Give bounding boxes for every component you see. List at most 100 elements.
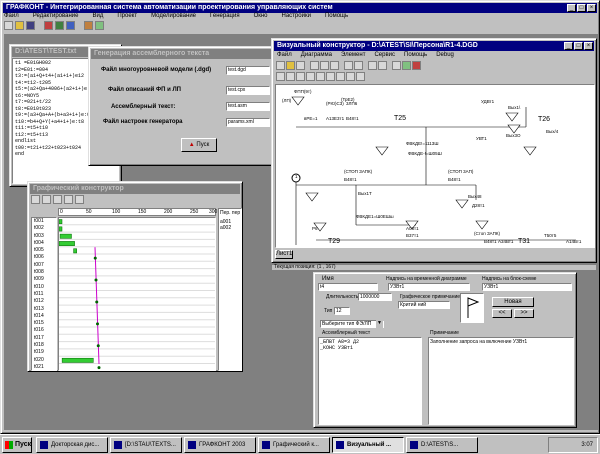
branch-icon[interactable] (326, 72, 335, 81)
new-button[interactable]: Новая (492, 297, 534, 307)
visual-min-button[interactable]: _ (564, 42, 573, 50)
type-select[interactable]: Выберите тип ФЭ/ЛП ▼ (320, 320, 384, 328)
diagram-label: P6 (312, 226, 318, 231)
next-button[interactable]: >> (514, 309, 534, 318)
menu-item[interactable]: Настройки (282, 13, 311, 21)
search-icon[interactable] (53, 195, 62, 204)
zoom-icon[interactable] (42, 195, 51, 204)
transition-icon[interactable] (316, 72, 325, 81)
grid-icon[interactable] (392, 61, 401, 70)
visual-window: Визуальный конструктор - D:\ATEST\SI\Пер… (271, 38, 597, 263)
save-icon[interactable] (26, 21, 35, 30)
asm-textarea[interactable]: _БПВТ А8=3 Д2 _КОНС УЗВт1 (318, 337, 422, 425)
diagram-label: (ЛП) (282, 98, 292, 103)
model-icon[interactable] (44, 21, 53, 30)
var-item[interactable]: a002 (220, 225, 240, 231)
maximize-button[interactable]: □ (577, 4, 586, 12)
graph-note-input[interactable]: Критий ний (398, 301, 450, 309)
menu-item[interactable]: Генерация (210, 13, 240, 21)
taskbar-item[interactable]: Визуальный ... (332, 437, 404, 453)
taskbar-item[interactable]: [D:\STAU\TEXTS... (110, 437, 182, 453)
diagram-canvas[interactable]: ФПП(9т) (ЛП) (РЮ)С3) (ТрЕ2) 3ЛП6 УДВт1 Вых1\ T2… (275, 84, 595, 248)
row-label: t005 (34, 247, 44, 254)
timing-diagram[interactable] (58, 217, 216, 371)
block-input[interactable]: УЗВт1 (482, 283, 572, 291)
diagram-label: T25 (394, 115, 406, 122)
element-icon[interactable] (286, 72, 295, 81)
desc-file-input[interactable]: test.cpx (226, 86, 270, 95)
undo-icon[interactable] (344, 61, 353, 70)
menu-item[interactable]: Проект (117, 13, 137, 21)
menu-item[interactable]: Диаграмма (301, 52, 332, 60)
menu-item[interactable]: Файл (4, 13, 19, 21)
visual-icon[interactable] (66, 21, 75, 30)
menu-item[interactable]: Помощь (404, 52, 427, 60)
line-tool-icon[interactable] (356, 72, 365, 81)
arrow-icon[interactable] (296, 72, 305, 81)
var-panel-header: Пер. переп. (220, 210, 240, 216)
check-icon[interactable] (402, 61, 411, 70)
start-menu-button[interactable]: Пуск (2, 437, 32, 453)
menu-item[interactable]: Вид (92, 13, 103, 21)
minimize-button[interactable]: _ (567, 4, 576, 12)
asm-file-input[interactable]: test.asm (226, 102, 270, 111)
open-icon[interactable] (15, 21, 24, 30)
text-tool-icon[interactable] (346, 72, 355, 81)
row-list[interactable]: t001 t002 t003 t004 t005 t006 t007 t008 … (31, 217, 57, 371)
link-dot (95, 300, 99, 304)
cut-icon[interactable] (310, 61, 319, 70)
prev-button[interactable]: << (492, 309, 512, 318)
taskbar-item[interactable]: ГРАФКОНТ 2003 (184, 437, 256, 453)
node-icon[interactable] (306, 72, 315, 81)
menu-item[interactable]: Редактирование (33, 13, 79, 21)
menu-item[interactable]: Сервис (374, 52, 395, 60)
timing-svg (59, 219, 215, 370)
row-label: t020 (34, 356, 44, 363)
menu-item[interactable]: Окно (254, 13, 268, 21)
paste-icon[interactable] (330, 61, 339, 70)
type-input[interactable]: 12 (334, 307, 350, 315)
diag-input[interactable]: УЗВт1 (388, 283, 470, 291)
diagram-label: T31 (518, 238, 530, 245)
settings-file-input[interactable]: params.xml (226, 118, 270, 127)
new-diagram-icon[interactable] (276, 61, 285, 70)
copy-icon[interactable] (320, 61, 329, 70)
duration-input[interactable]: 1000000 (358, 293, 392, 301)
name-input[interactable]: t4 (318, 283, 378, 291)
windows-logo-icon (5, 441, 13, 449)
start-button[interactable]: ▲ Пуск (181, 138, 217, 152)
build-icon[interactable] (412, 61, 421, 70)
model-file-input[interactable]: test.dgd (226, 66, 270, 75)
fit-icon[interactable] (64, 195, 73, 204)
zoom-out-icon[interactable] (378, 61, 387, 70)
graph-icon[interactable] (55, 21, 64, 30)
open-diagram-icon[interactable] (286, 61, 295, 70)
select-icon[interactable] (31, 195, 40, 204)
new-icon[interactable] (4, 21, 13, 30)
taskbar-item[interactable]: Графический к... (258, 437, 330, 453)
graph-note-label: Графическое примечание (400, 294, 461, 300)
menu-item[interactable]: Моделирование (151, 13, 196, 21)
menu-item[interactable]: Файл (277, 52, 292, 60)
generate-icon[interactable] (84, 21, 93, 30)
taskbar-item[interactable]: D:\ATEST\S... (406, 437, 478, 453)
menu-item[interactable]: Элемент (341, 52, 365, 60)
visual-close-button[interactable]: × (584, 42, 593, 50)
diagram-label: (Стоп ЗАПК) (474, 231, 500, 236)
sheet-tab[interactable]: Лист1 (275, 250, 293, 259)
pointer-icon[interactable] (276, 72, 285, 81)
redo-icon[interactable] (354, 61, 363, 70)
field-label: Файл настроек генератора (103, 119, 183, 125)
close-button[interactable]: × (587, 4, 596, 12)
zoom-in-icon[interactable] (368, 61, 377, 70)
menu-item[interactable]: Помощь (325, 13, 348, 21)
merge-icon[interactable] (336, 72, 345, 81)
link-dot (96, 322, 99, 326)
taskbar-item[interactable]: Докторская дис... (36, 437, 108, 453)
save-diagram-icon[interactable] (296, 61, 305, 70)
note-textarea[interactable]: Заполнение запроса на включение УЗВт1 (428, 337, 574, 425)
print-icon[interactable] (75, 195, 84, 204)
menu-item[interactable]: Debug (436, 52, 454, 60)
run-icon[interactable] (95, 21, 104, 30)
visual-max-button[interactable]: □ (574, 42, 583, 50)
